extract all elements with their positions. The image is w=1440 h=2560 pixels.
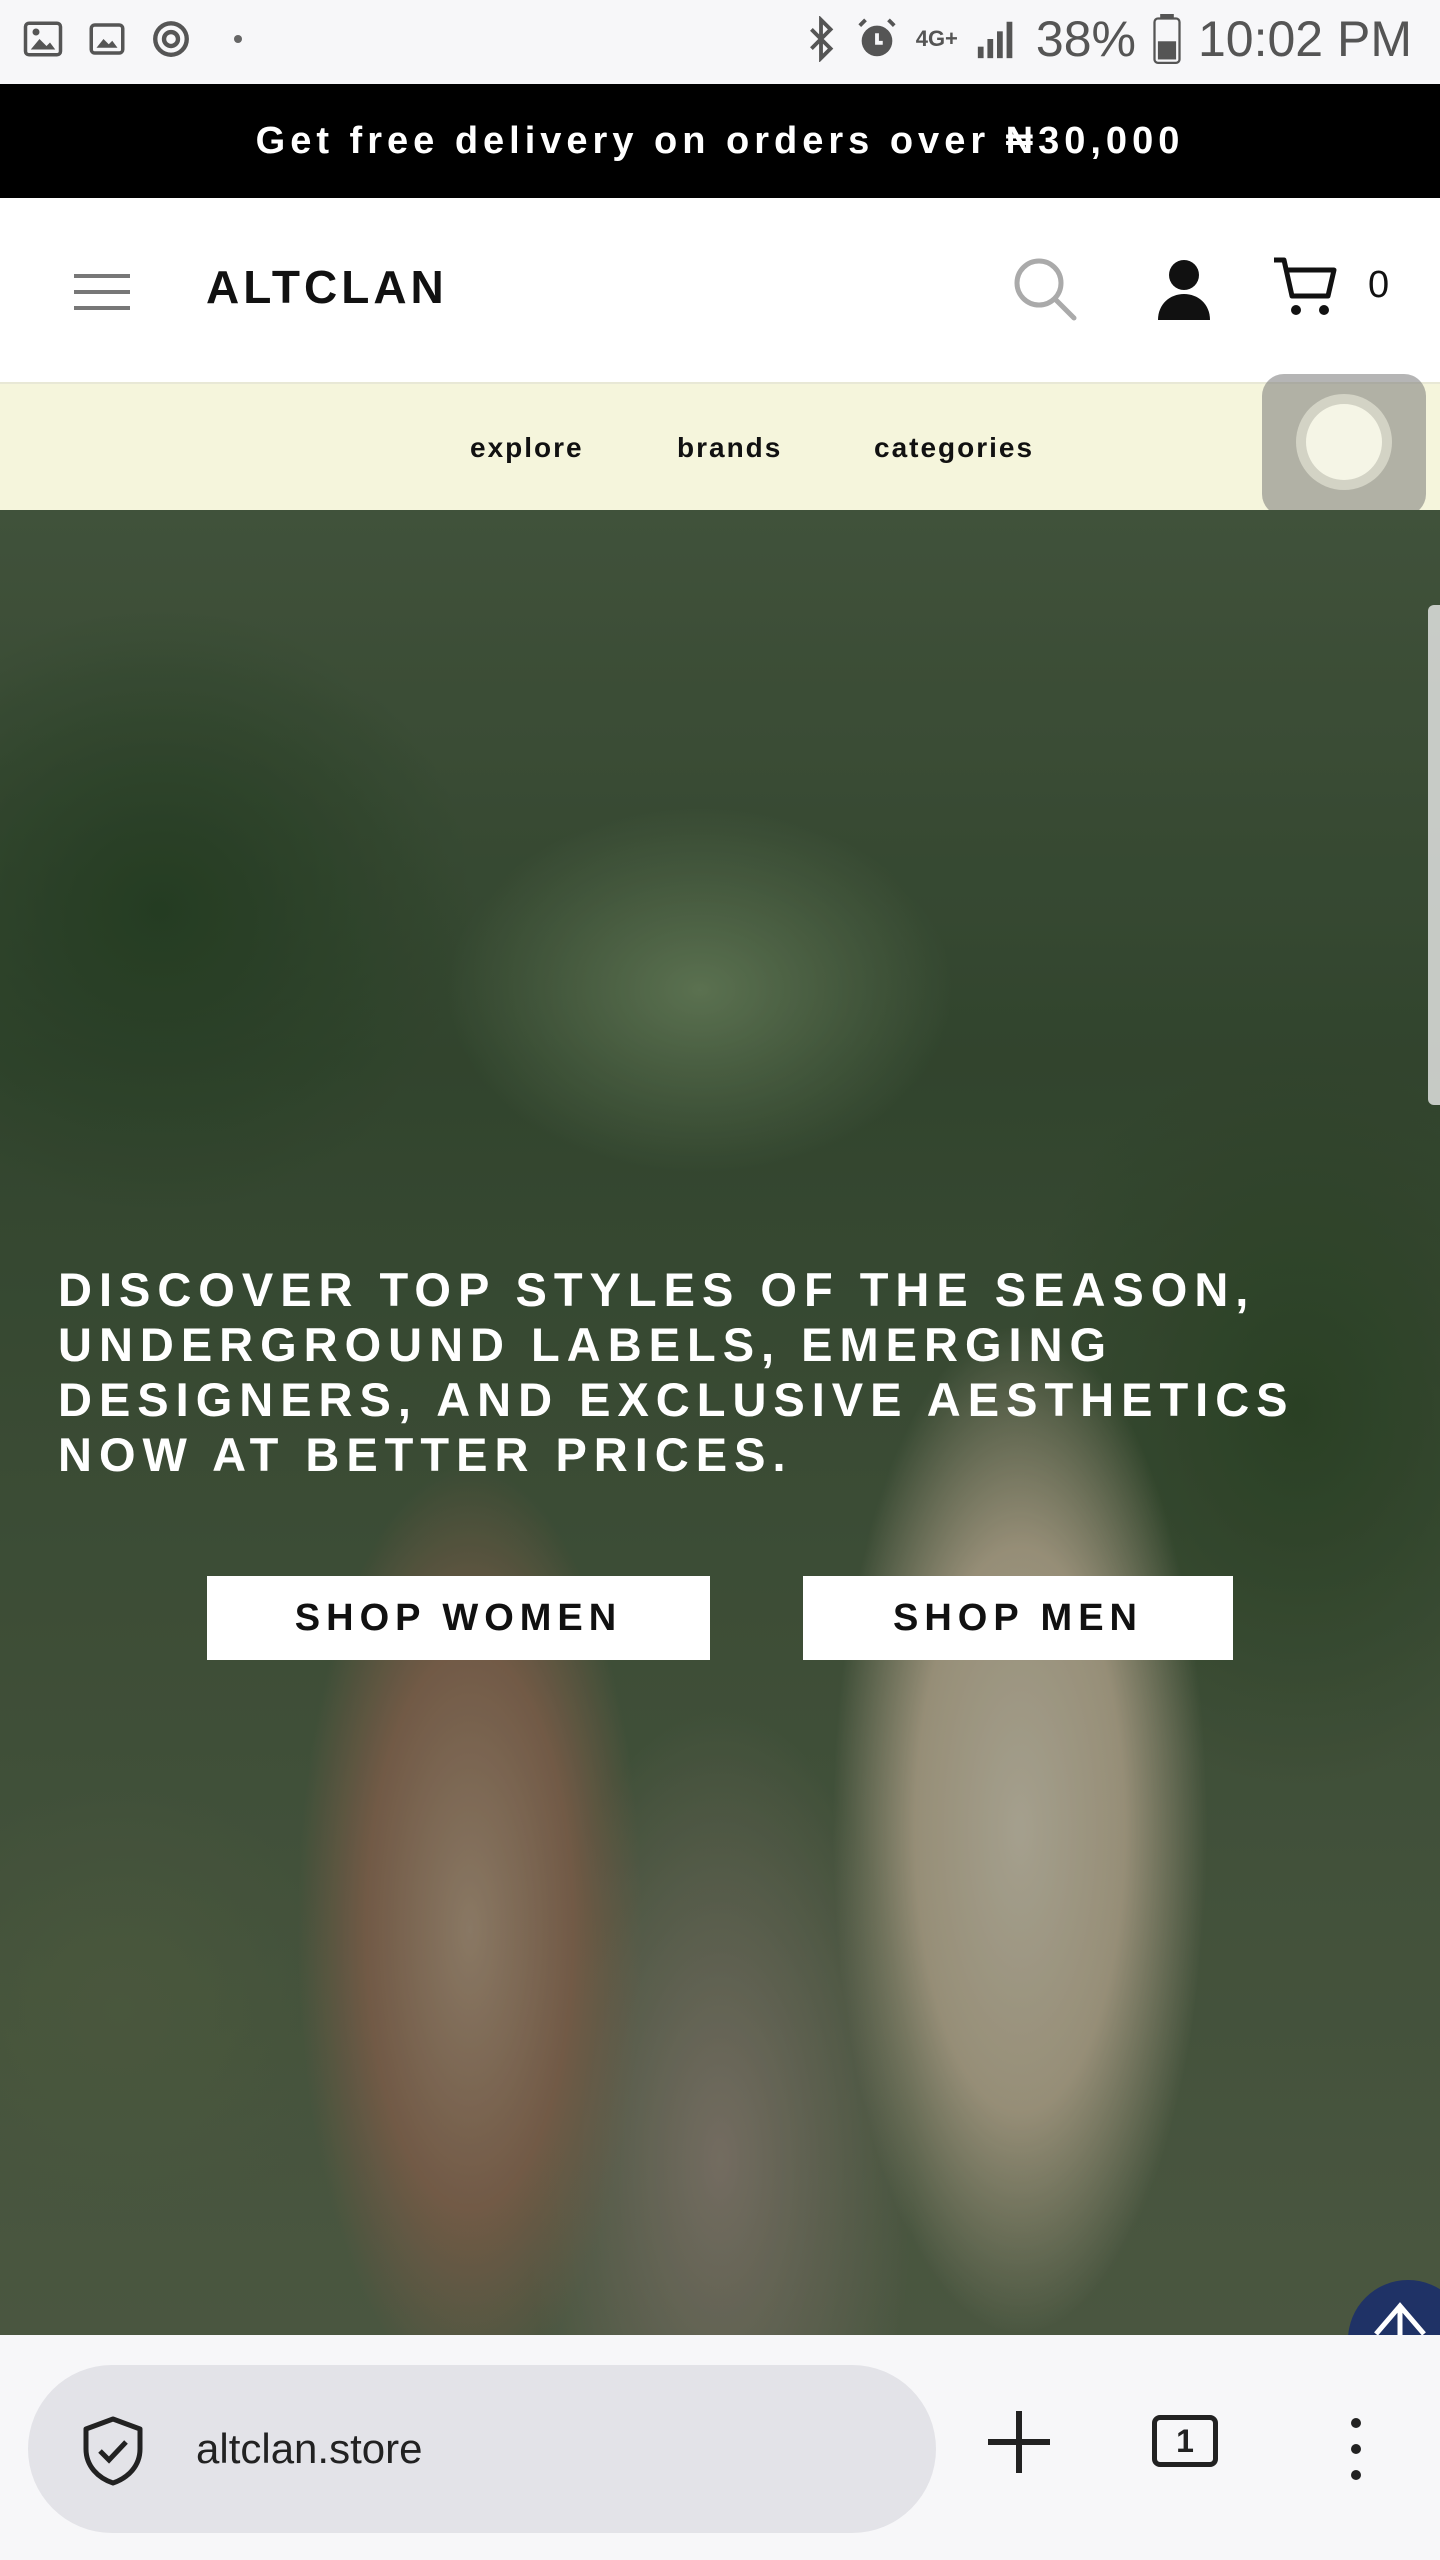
battery-icon — [1153, 14, 1181, 64]
nav-brands[interactable]: brands — [677, 432, 782, 464]
cart-count: 0 — [1368, 264, 1390, 306]
nav-categories[interactable]: categories — [874, 432, 1034, 464]
browser-toolbar: altclan.store 1 — [0, 2335, 1440, 2560]
arrow-up-icon — [1374, 2302, 1426, 2335]
scrollbar[interactable] — [1428, 605, 1440, 1105]
new-tab-icon[interactable] — [984, 2407, 1054, 2477]
hero-headline: DISCOVER TOP STYLES OF THE SEASON, UNDER… — [58, 1263, 1295, 1481]
cart-icon[interactable] — [1272, 254, 1338, 320]
sync-icon — [153, 21, 189, 57]
site-header: ALTCLAN 0 — [0, 198, 1440, 382]
security-shield-icon[interactable] — [78, 2415, 148, 2487]
battery-percent: 38% — [1035, 11, 1136, 67]
gallery-icon — [23, 21, 63, 57]
image-icon — [89, 23, 125, 55]
hero-banner: DISCOVER TOP STYLES OF THE SEASON, UNDER… — [0, 510, 1440, 2335]
alarm-icon — [858, 18, 896, 57]
hamburger-menu-icon[interactable] — [74, 272, 130, 312]
more-options-icon[interactable] — [1348, 2417, 1364, 2481]
url-text[interactable]: altclan.store — [196, 2425, 422, 2473]
address-bar[interactable]: altclan.store — [28, 2365, 936, 2533]
clock: 10:02 PM — [1197, 11, 1412, 67]
nav-explore[interactable]: explore — [470, 432, 584, 464]
signal-icon — [977, 21, 1013, 59]
brand-logo[interactable]: ALTCLAN — [206, 260, 448, 314]
bluetooth-icon — [809, 16, 833, 62]
notification-dot — [234, 35, 242, 43]
shop-men-button[interactable]: SHOP MEN — [803, 1576, 1233, 1660]
network-type: 4G+ — [915, 26, 958, 51]
search-icon[interactable] — [1012, 256, 1078, 322]
account-icon[interactable] — [1156, 258, 1212, 320]
status-bar: 4G+ 38% 10:02 PM — [0, 0, 1440, 84]
assistant-bubble-icon — [1306, 404, 1382, 480]
floating-assistant-button[interactable] — [1262, 374, 1426, 516]
promo-banner: Get free delivery on orders over ₦30,000 — [0, 84, 1440, 198]
category-nav: explore brands categories — [0, 382, 1440, 512]
tab-switcher-button[interactable]: 1 — [1152, 2415, 1218, 2467]
shop-women-button[interactable]: SHOP WOMEN — [207, 1576, 710, 1660]
